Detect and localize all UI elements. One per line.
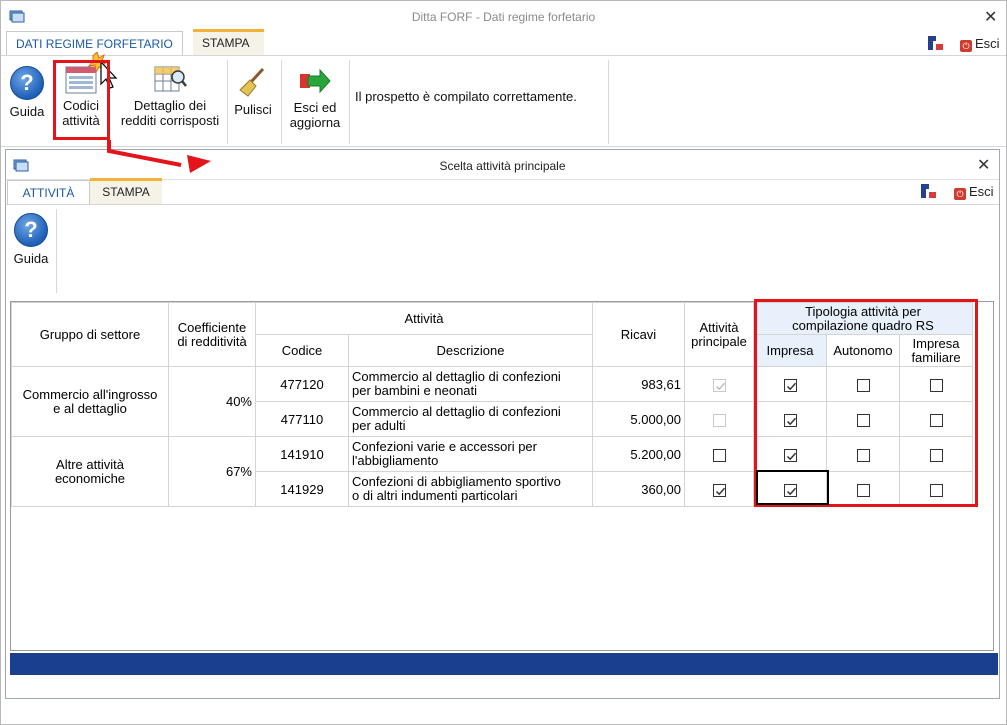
descrizione-cell: Confezioni di abbigliamento sportivo o di… [348, 471, 593, 507]
esci-ed-aggiorna-button[interactable]: Esci ed aggiorna [285, 66, 345, 130]
exit-arrow-icon [300, 68, 331, 94]
dialog-guida-button[interactable]: ? Guida [11, 213, 51, 266]
dialog-power-icon: ⏻ [954, 188, 966, 200]
coefficiente-cell: 67% [168, 436, 256, 507]
dialog-close-icon[interactable]: ✕ [977, 155, 990, 175]
broom-icon [239, 67, 265, 97]
descrizione-cell: Commercio al dettaglio di confezioni per … [348, 366, 593, 402]
codice-cell: 141929 [255, 471, 349, 507]
descrizione-cell: Commercio al dettaglio di confezioni per … [348, 401, 593, 437]
gruppo-settore-cell: Commercio all'ingrosso e al dettaglio [11, 366, 169, 437]
dialog-ribbon: ? Guida [6, 204, 999, 296]
ricavi-cell: 360,00 [592, 471, 685, 507]
codice-cell: 477110 [255, 401, 349, 437]
status-message: Il prospetto è compilato correttamente. [355, 89, 577, 104]
red-arrow-annotation [107, 140, 211, 173]
attivita-principale-cell [684, 366, 754, 402]
descrizione-cell: Confezioni varie e accessori per l'abbigl… [348, 436, 593, 472]
header-gruppo-settore: Gruppo di settore [11, 302, 169, 367]
codice-cell: 477120 [255, 366, 349, 402]
flag-icon[interactable] [928, 36, 943, 50]
codice-cell: 141910 [255, 436, 349, 472]
header-codice: Codice [255, 334, 349, 367]
selected-cell-indicator [756, 470, 829, 505]
main-window: Ditta FORF - Dati regime forfetario ✕ DA… [0, 0, 1007, 725]
power-icon: ⏻ [960, 40, 972, 52]
attivita-principale-checkbox [712, 378, 726, 392]
header-ricavi: Ricavi [592, 302, 685, 367]
dialog-flag-icon[interactable] [921, 184, 936, 198]
attivita-principale-checkbox[interactable] [712, 483, 726, 497]
attivita-principale-cell [684, 471, 754, 507]
ricavi-cell: 5.000,00 [592, 401, 685, 437]
attivita-principale-checkbox [712, 413, 726, 427]
attivita-principale-checkbox[interactable] [712, 448, 726, 462]
attivita-principale-cell [684, 436, 754, 472]
pulisci-button[interactable]: Pulisci [231, 66, 275, 117]
ricavi-cell: 983,61 [592, 366, 685, 402]
attivita-principale-cell [684, 401, 754, 437]
dialog-help-icon: ? [14, 213, 48, 247]
close-icon[interactable]: ✕ [984, 7, 997, 27]
dialog-esci-button[interactable]: ⏻ Esci [954, 184, 994, 200]
esci-button[interactable]: ⏻ Esci [960, 36, 1000, 52]
ricavi-cell: 5.200,00 [592, 436, 685, 472]
footer-bar [10, 653, 998, 675]
header-attivita: Attività [255, 302, 593, 335]
dialog-tab-stampa[interactable]: STAMPA [90, 178, 162, 204]
tab-attivita[interactable]: ATTIVITÀ [7, 180, 90, 204]
header-descrizione: Descrizione [348, 334, 593, 367]
header-attivita-principale: Attività principale [684, 302, 754, 367]
coefficiente-cell: 40% [168, 366, 256, 437]
dialog-tabbar: ATTIVITÀ STAMPA ⏻ Esci [6, 178, 999, 204]
gruppo-settore-cell: Altre attività economiche [11, 436, 169, 507]
header-coefficiente: Coefficiente di redditività [168, 302, 256, 367]
